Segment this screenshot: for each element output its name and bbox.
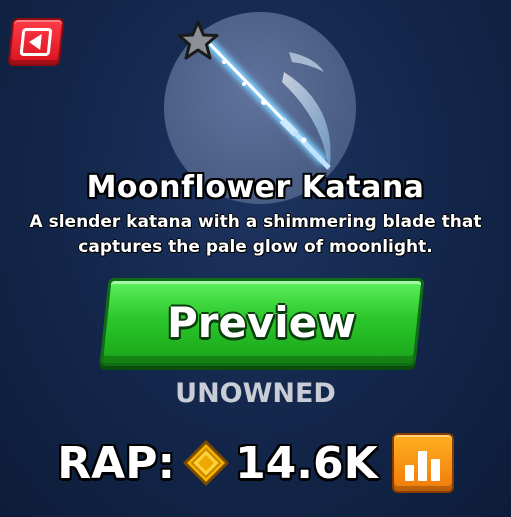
rap-value: 14.6K <box>235 437 378 489</box>
item-description: A slender katana with a shimmering blade… <box>29 212 482 257</box>
stats-button[interactable] <box>391 433 454 493</box>
rap-label: RAP: <box>57 437 176 489</box>
item-info-panel: { "item": { "name": "Moonflower Katana",… <box>0 0 511 517</box>
diamond-coin-icon <box>183 440 229 486</box>
rap-row: RAP: 14.6K <box>0 428 511 498</box>
back-button[interactable] <box>7 18 65 66</box>
bar-chart-icon <box>403 451 442 481</box>
item-name: Moonflower Katana <box>86 170 425 205</box>
ownership-status: UNOWNED <box>175 378 336 409</box>
preview-button-label: Preview <box>167 297 357 347</box>
star-icon[interactable] <box>176 20 220 62</box>
preview-button[interactable]: Preview <box>99 278 425 366</box>
back-arrow-icon <box>19 28 53 56</box>
